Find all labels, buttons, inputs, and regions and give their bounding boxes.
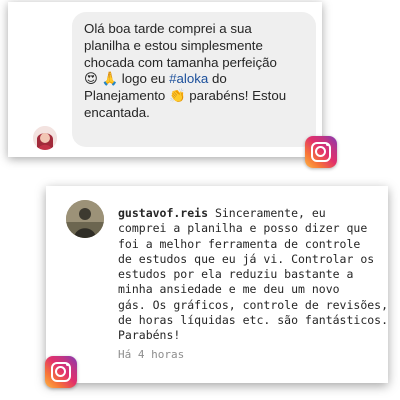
comment-line: Parabéns! bbox=[118, 328, 181, 343]
comment-text: gustavof.reis Sinceramente, eu comprei a… bbox=[118, 206, 389, 344]
message-line: chocada com tamanha perfeição bbox=[84, 54, 277, 70]
message-text: parabéns! Estou bbox=[185, 88, 287, 104]
comment-line: comprei a planilha e posso dizer que bbox=[118, 221, 368, 236]
message-line: Planejamento 👏 parabéns! Estou bbox=[84, 88, 310, 105]
avatar[interactable] bbox=[33, 126, 57, 150]
message-line: Olá boa tarde comprei a sua bbox=[84, 21, 252, 36]
comment-card: gustavof.reis Sinceramente, eu comprei a… bbox=[46, 186, 388, 383]
message-line: encantada. bbox=[84, 104, 150, 120]
comment-line: gustavof.reis Sinceramente, eu bbox=[118, 206, 380, 221]
comment-line: estudos por ela reduziu bastante a bbox=[118, 267, 354, 282]
comment-line: minha ansiedade e me deu um novo bbox=[118, 282, 340, 297]
message-text: do bbox=[208, 71, 227, 87]
message-card: Olá boa tarde comprei a sua planilha e e… bbox=[8, 2, 322, 157]
message-line: planilha e estou simplesmente bbox=[84, 37, 263, 53]
instagram-logo-icon bbox=[305, 136, 337, 168]
hashtag-link[interactable]: #aloka bbox=[169, 71, 208, 86]
comment-line: gás. Os gráficos, controle de revisões, bbox=[118, 297, 389, 312]
message-text: 😍 🙏 logo eu bbox=[84, 71, 170, 87]
clapping-hands-emoji: 👏 bbox=[169, 88, 186, 104]
comment-body: Sinceramente, eu bbox=[208, 206, 326, 220]
avatar[interactable] bbox=[66, 200, 104, 238]
message-line: 😍 🙏 logo eu #aloka do bbox=[84, 71, 310, 88]
avatar-image bbox=[33, 126, 57, 150]
timestamp: Há 4 horas bbox=[118, 348, 185, 361]
comment-line: de horas líquidas etc. são fantásticos. bbox=[118, 313, 389, 328]
message-text: Planejamento bbox=[84, 88, 170, 104]
message-bubble: Olá boa tarde comprei a sua planilha e e… bbox=[72, 12, 316, 147]
avatar-image bbox=[66, 200, 104, 238]
username-link[interactable]: gustavof.reis bbox=[118, 206, 208, 220]
comment-line: foi a melhor ferramenta de controle bbox=[118, 236, 361, 251]
instagram-logo-icon bbox=[45, 356, 77, 388]
comment-line: de estudos que eu já vi. Controlar os bbox=[118, 251, 375, 266]
